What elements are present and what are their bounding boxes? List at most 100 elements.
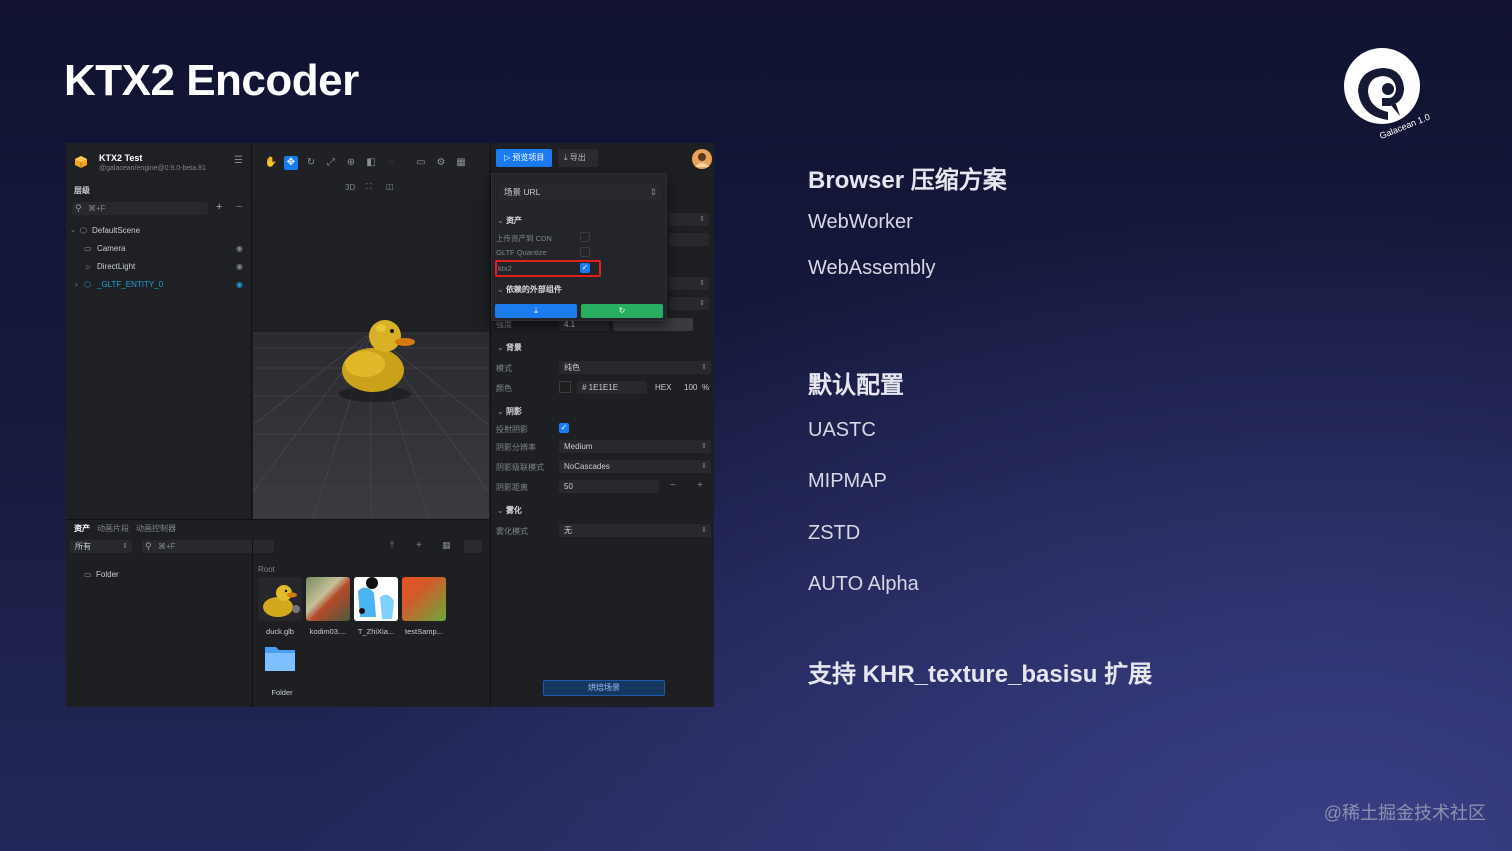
decrement-button[interactable]: − (670, 480, 676, 491)
hierarchy-search-input[interactable]: ⌘+F (72, 202, 208, 215)
ktx2-checkbox[interactable]: ✓ (580, 263, 590, 273)
asset-folder-thumbnail[interactable] (258, 637, 302, 681)
fog-mode-select[interactable]: 无 ⇕ (559, 524, 711, 537)
folder-tree-item[interactable]: Folder (96, 570, 119, 579)
tree-item-camera[interactable]: Camera (97, 244, 125, 253)
fog-section: ⌄ 雾化 (497, 506, 522, 515)
pivot-icon[interactable]: ⊕ (344, 156, 358, 170)
bg-mode-label: 模式 (496, 364, 512, 373)
snap-icon[interactable]: ◌ (384, 156, 398, 170)
shadow-resolution-label: 阴影分辨率 (496, 443, 536, 452)
tree-item-defaultscene[interactable]: DefaultScene (92, 226, 140, 235)
view-mode-3d[interactable]: 3D (345, 183, 355, 192)
increment-button[interactable]: + (697, 480, 703, 491)
item-auto-alpha: AUTO Alpha (808, 573, 919, 595)
item-webworker: WebWorker (808, 211, 913, 233)
shadow-resolution-select[interactable]: Medium ⇕ (559, 440, 711, 453)
tab-assets[interactable]: 资产 (74, 523, 90, 534)
shadow-cascade-select[interactable]: NoCascades ⇕ (559, 460, 711, 473)
tree-item-directlight[interactable]: DirectLight (97, 262, 135, 271)
upload-cdn-label: 上传资产到 CDN (496, 234, 552, 243)
export-button[interactable]: ⤓ 导出 (558, 149, 598, 167)
asset-testsample-thumbnail[interactable] (402, 577, 446, 621)
entity-icon: ⬡ (84, 280, 91, 289)
asset-duck-name: duck.glb (266, 627, 294, 636)
search-icon: ⚲ (145, 541, 152, 551)
color-swatch[interactable] (559, 381, 571, 393)
remove-entity-button[interactable]: − (236, 201, 242, 213)
fullscreen-icon[interactable]: ⛶ (366, 182, 372, 192)
rotate-icon[interactable]: ↻ (304, 156, 318, 170)
inspector-field-hidden[interactable]: ⇕ (669, 213, 709, 226)
camera-view-icon[interactable]: ▭ (414, 156, 428, 170)
cast-shadow-checkbox[interactable]: ✓ (559, 423, 569, 433)
hierarchy-title: 层级 (74, 186, 90, 195)
layout-icon[interactable]: ◫ (386, 182, 394, 191)
eye-icon[interactable]: ◉ (236, 244, 243, 253)
item-webassembly: WebAssembly (808, 257, 936, 279)
chevron-down-icon[interactable]: ⌄ (70, 226, 76, 234)
asset-filter-select[interactable]: 所有 ⇕ (70, 540, 132, 553)
bake-scene-button[interactable]: 烘焙场景 (543, 680, 665, 696)
folder-tree-icon: ▭ (84, 570, 92, 579)
grid-icon[interactable]: ▦ (454, 156, 468, 170)
heading-khr-basisu: 支持 KHR_texture_basisu 扩展 (808, 661, 1153, 688)
heading-default-config: 默认配置 (808, 372, 904, 399)
viewport-panel[interactable]: ✋ ✥ ↻ ⤢ ⊕ ◧ ◌ ▭ ⚙ ▦ 3D ⛶ ◫ (253, 143, 489, 519)
bg-mode-select[interactable]: 纯色 ⇕ (559, 361, 711, 374)
move-icon[interactable]: ✥ (284, 156, 298, 170)
scene-render (253, 198, 489, 519)
add-entity-button[interactable]: + (216, 201, 222, 213)
asset-search-input[interactable]: ⌘+F (142, 540, 274, 553)
add-asset-icon[interactable]: + (416, 540, 422, 551)
upload-cdn-checkbox[interactable] (580, 232, 590, 242)
shadow-distance-input[interactable]: 50 (559, 480, 659, 493)
grid-view-icon[interactable]: ▦ (442, 540, 451, 551)
shadow-cascade-label: 阴影级联模式 (496, 463, 544, 472)
asset-kodim-thumbnail[interactable] (306, 577, 350, 621)
slide-title: KTX2 Encoder (64, 56, 359, 105)
scene-url-select[interactable]: 场景 URL ⇕ (499, 184, 661, 201)
user-avatar[interactable] (692, 149, 712, 169)
item-zstd: ZSTD (808, 522, 861, 544)
inspector-field-hidden[interactable]: ⇕ (669, 277, 709, 290)
asset-zhixia-thumbnail[interactable] (354, 577, 398, 621)
asset-kodim-name: kodim03.... (309, 627, 347, 636)
project-name: KTX2 Test (99, 153, 143, 163)
color-hex-input[interactable]: # 1E1E1E (577, 381, 647, 394)
cast-shadow-label: 投射阴影 (496, 425, 528, 434)
menu-icon[interactable]: ☰ (234, 155, 243, 166)
item-mipmap: MIPMAP (808, 470, 887, 492)
shadow-section: ⌄ 阴影 (497, 407, 522, 416)
local-icon[interactable]: ◧ (364, 156, 378, 170)
hand-icon[interactable]: ✋ (264, 156, 278, 170)
shadow-distance-label: 阴影距离 (496, 483, 528, 492)
ktx2-label: ktx2 (498, 264, 512, 273)
scale-icon[interactable]: ⤢ (324, 156, 338, 170)
inspector-field-hidden[interactable]: ⇕ (669, 297, 709, 310)
gltf-quantize-checkbox[interactable] (580, 247, 590, 257)
refresh-button[interactable]: ↻ (581, 304, 663, 318)
eye-icon[interactable]: ◉ (236, 262, 243, 271)
list-view-icon[interactable] (464, 540, 482, 553)
tab-animation-clips[interactable]: 动画片段 (97, 523, 129, 534)
gltf-quantize-label: GLTF Quantize (496, 248, 547, 257)
heading-browser-compress: Browser 压缩方案 (808, 167, 1007, 194)
cube-logo-icon (75, 156, 87, 168)
download-button[interactable]: ⤓ (495, 304, 577, 318)
eye-icon[interactable]: ◉ (236, 280, 243, 289)
color-format-select[interactable]: HEX (655, 383, 671, 392)
export-popup: 场景 URL ⇕ ⌄ 资产 上传资产到 CDN GLTF Quantize ktx… (491, 173, 667, 321)
preview-button[interactable]: ▷ 预览项目 (496, 149, 552, 167)
scene-icon: ⬡ (80, 226, 87, 235)
color-alpha-input[interactable]: 100 (684, 383, 697, 392)
inspector-field-hidden[interactable] (669, 233, 709, 246)
upload-icon[interactable]: ⤒ (390, 540, 394, 551)
galacean-logo: Galacean 1.0 (1338, 40, 1434, 141)
settings-icon[interactable]: ⚙ (434, 156, 448, 170)
tab-animator-controllers[interactable]: 动画控制器 (136, 523, 176, 534)
tree-item-gltf-entity[interactable]: _GLTF_ENTITY_0 (97, 280, 163, 289)
asset-duck-thumbnail[interactable] (258, 577, 302, 621)
chevron-right-icon[interactable]: › (75, 280, 78, 289)
item-uastc: UASTC (808, 419, 876, 441)
